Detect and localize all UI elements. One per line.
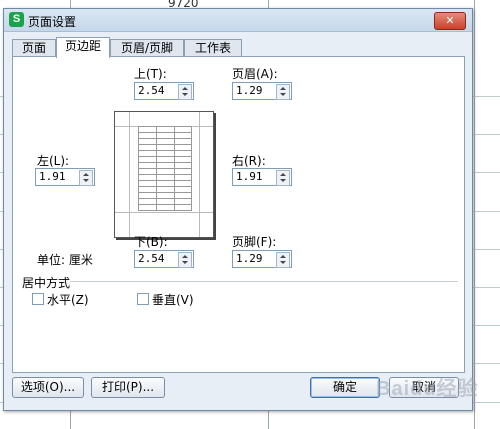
preview-grid bbox=[138, 126, 192, 211]
center-group-label: 居中方式 bbox=[22, 276, 71, 290]
bottom-margin-spinner[interactable]: 2.54 bbox=[134, 250, 194, 268]
right-margin-value: 1.91 bbox=[236, 170, 263, 183]
unit-label: 单位: 厘米 bbox=[37, 253, 93, 267]
bottom-margin-value: 2.54 bbox=[138, 252, 165, 265]
group-divider bbox=[70, 281, 458, 282]
right-margin-spinner[interactable]: 1.91 bbox=[232, 168, 292, 186]
title-bar[interactable]: S 页面设置 ✕ bbox=[4, 9, 472, 32]
spinner-arrows-icon[interactable] bbox=[178, 252, 192, 268]
right-margin-label: 右(R): bbox=[232, 154, 266, 168]
header-margin-value: 1.29 bbox=[236, 84, 263, 97]
left-margin-label: 左(L): bbox=[37, 154, 70, 168]
ok-button[interactable]: 确定 bbox=[310, 377, 380, 398]
print-button[interactable]: 打印(P)... bbox=[91, 377, 165, 398]
tab-header-footer[interactable]: 页眉/页脚 bbox=[110, 39, 184, 57]
wps-app-icon: S bbox=[9, 12, 24, 27]
spinner-arrows-icon[interactable] bbox=[276, 252, 290, 268]
center-horizontal-checkbox[interactable] bbox=[32, 293, 44, 305]
top-margin-spinner[interactable]: 2.54 bbox=[134, 82, 194, 100]
window-title: 页面设置 bbox=[28, 15, 77, 29]
center-vertical-checkbox[interactable] bbox=[137, 293, 149, 305]
center-vertical-label[interactable]: 垂直(V) bbox=[152, 291, 194, 308]
tab-margins[interactable]: 页边距 bbox=[56, 37, 110, 58]
spinner-arrows-icon[interactable] bbox=[79, 170, 93, 186]
left-margin-value: 1.91 bbox=[39, 170, 66, 183]
header-margin-label: 页眉(A): bbox=[232, 67, 278, 81]
page-preview bbox=[114, 111, 214, 238]
baidu-watermark: Baidu经验 bbox=[376, 378, 479, 400]
tab-page[interactable]: 页面 bbox=[12, 39, 56, 57]
header-margin-spinner[interactable]: 1.29 bbox=[232, 82, 292, 100]
top-margin-value: 2.54 bbox=[138, 84, 165, 97]
options-button[interactable]: 选项(O)... bbox=[12, 377, 84, 398]
close-button[interactable]: ✕ bbox=[434, 12, 466, 30]
left-margin-spinner[interactable]: 1.91 bbox=[35, 168, 95, 186]
spinner-arrows-icon[interactable] bbox=[178, 84, 192, 100]
margins-panel: 上(T): 2.54 页眉(A): 1.29 左(L): 1.91 右(R): … bbox=[12, 56, 465, 373]
spinner-arrows-icon[interactable] bbox=[276, 170, 290, 186]
page-setup-dialog: S 页面设置 ✕ 页面 页边距 页眉/页脚 工作表 上(T): 2.54 页眉(… bbox=[3, 8, 473, 411]
spinner-arrows-icon[interactable] bbox=[276, 84, 290, 100]
center-horizontal-label[interactable]: 水平(Z) bbox=[47, 291, 89, 308]
tab-sheet[interactable]: 工作表 bbox=[184, 39, 242, 57]
bottom-margin-label: 下(B): bbox=[134, 235, 168, 249]
footer-margin-value: 1.29 bbox=[236, 252, 263, 265]
top-margin-label: 上(T): bbox=[134, 67, 167, 81]
footer-margin-label: 页脚(F): bbox=[232, 235, 277, 249]
footer-margin-spinner[interactable]: 1.29 bbox=[232, 250, 292, 268]
